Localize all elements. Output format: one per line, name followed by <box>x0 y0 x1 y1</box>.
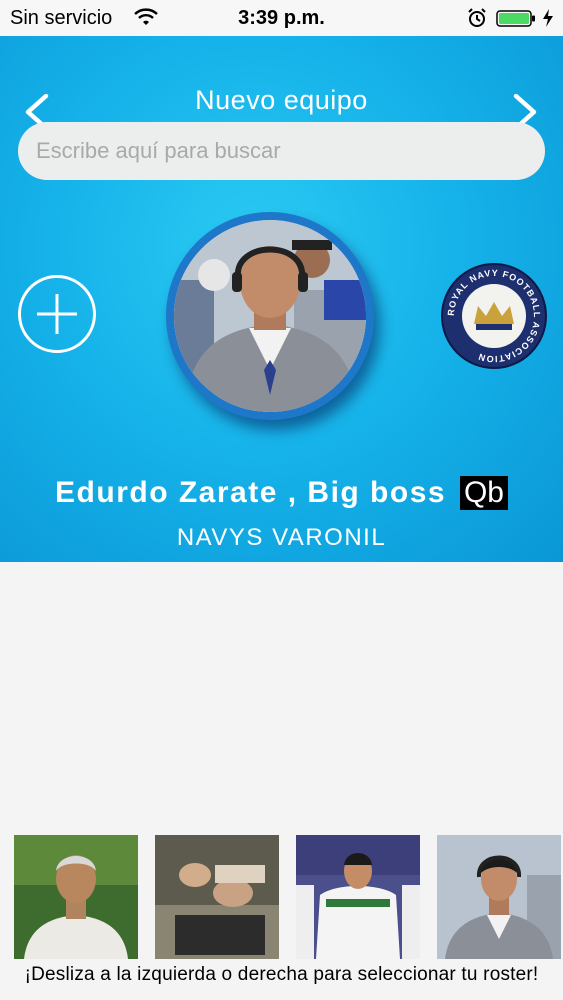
player-name: Edurdo Zarate , Big boss <box>55 476 447 509</box>
add-player-button[interactable] <box>18 275 96 353</box>
search-input[interactable] <box>18 122 545 180</box>
team-name: NAVYS VARONIL <box>176 524 387 551</box>
player-avatar[interactable] <box>166 212 374 420</box>
content-area <box>0 562 563 832</box>
roster-thumbnail[interactable] <box>296 835 420 959</box>
alarm-icon <box>468 8 486 27</box>
status-bar: Sin servicio 3:39 p.m. <box>0 0 563 36</box>
avatar-photo <box>174 220 366 412</box>
plus-icon <box>37 294 77 334</box>
page-title: Nuevo equipo <box>195 85 368 115</box>
roster-thumbnail[interactable] <box>155 835 279 959</box>
roster-thumbnail[interactable] <box>14 835 138 959</box>
roster-thumbnail[interactable] <box>437 835 561 959</box>
position-badge: Qb <box>459 476 508 510</box>
battery-icon <box>496 10 535 27</box>
team-logo[interactable]: ROYAL NAVY FOOTBALL ASSOCIATION <box>440 262 548 370</box>
roster-hint: ¡Desliza a la izquierda o derecha para s… <box>24 964 539 985</box>
roster-carousel[interactable] <box>0 835 563 960</box>
charging-bolt-icon <box>543 9 553 27</box>
player-name-line: Edurdo Zarate , Big boss Qb <box>0 476 563 510</box>
